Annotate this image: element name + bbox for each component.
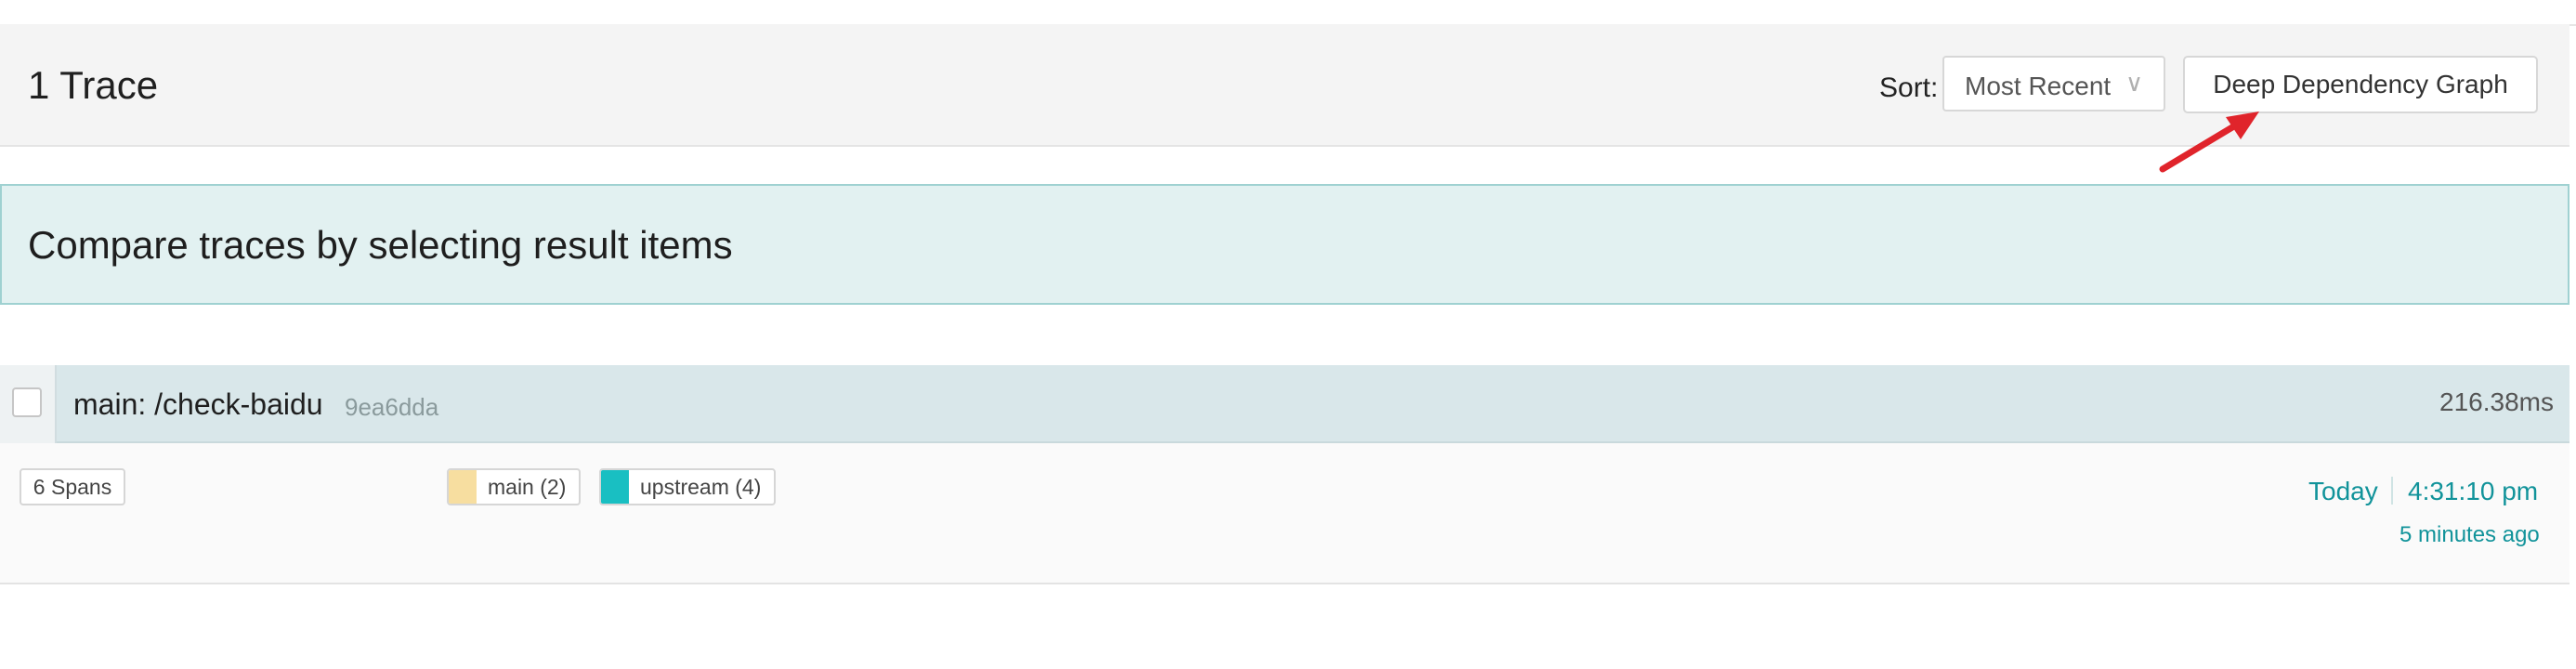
result-item-header[interactable]: main: /check-baidu 9ea6dda 216.38ms xyxy=(0,365,2569,443)
trace-duration: 216.38ms xyxy=(2439,387,2554,416)
service-tag-label: upstream (4) xyxy=(640,475,762,499)
sort-label: Sort: xyxy=(1879,72,1939,103)
checkbox-cell xyxy=(0,365,57,443)
annotation-arrow xyxy=(2159,112,2259,173)
service-tag-main: main (2) xyxy=(447,468,582,505)
service-color-swatch xyxy=(601,470,629,504)
span-count-tag: 6 Spans xyxy=(20,468,125,505)
select-trace-checkbox[interactable] xyxy=(12,387,42,417)
service-tag-upstream: upstream (4) xyxy=(599,468,777,505)
trace-time: 4:31:10 pm xyxy=(2408,477,2539,505)
trace-count-title: 1 Trace xyxy=(28,63,159,107)
service-tag-label: main (2) xyxy=(488,475,567,499)
trace-title[interactable]: main: /check-baidu xyxy=(73,387,323,422)
service-color-swatch xyxy=(449,470,477,504)
compare-banner-text: Compare traces by selecting result items xyxy=(28,223,733,267)
result-item-body[interactable]: 6 Spans main (2) upstream (4) Today 4:31… xyxy=(0,443,2569,584)
compare-banner: Compare traces by selecting result items xyxy=(0,184,2569,305)
chevron-down-icon: ∨ xyxy=(2125,69,2144,97)
trace-id: 9ea6dda xyxy=(345,393,439,421)
trace-date: Today xyxy=(2308,477,2378,505)
trace-relative-time: 5 minutes ago xyxy=(2399,522,2540,547)
top-divider xyxy=(0,0,2576,26)
sort-selected-value: Most Recent xyxy=(1965,72,2112,100)
sort-select[interactable]: Most Recent ∨ xyxy=(1942,56,2165,112)
date-divider xyxy=(2391,477,2393,505)
